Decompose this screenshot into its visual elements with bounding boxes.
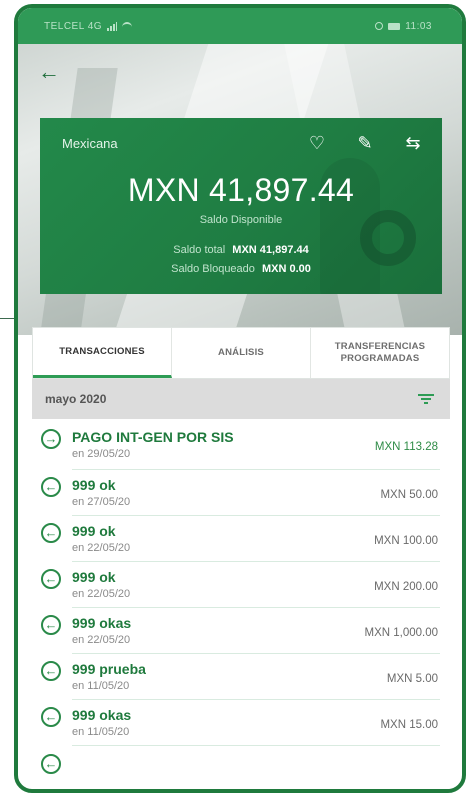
transaction-row[interactable]: ← 999 okas en 22/05/20 MXN 1,000.00 [32, 608, 450, 654]
arrow-right-circle-icon: → [41, 429, 61, 449]
total-balance-label: Saldo total [173, 244, 226, 256]
transaction-date: en 22/05/20 [72, 634, 131, 646]
transaction-title: 999 ok [72, 523, 116, 539]
transaction-title: 999 okas [72, 707, 132, 723]
transaction-amount: MXN 1,000.00 [364, 627, 438, 639]
pencil-icon[interactable]: ✎ [354, 132, 376, 154]
transaction-title: 999 ok [72, 477, 116, 493]
transaction-date: en 11/05/20 [72, 680, 130, 692]
signal-icon [107, 21, 118, 31]
arrow-left-circle-icon: ← [41, 754, 61, 774]
wifi-icon [122, 22, 133, 30]
transaction-amount: MXN 5.00 [386, 673, 438, 685]
transaction-amount: MXN 100.00 [374, 535, 438, 547]
transaction-title: PAGO INT-GEN POR SIS [72, 429, 234, 445]
account-name: Mexicana [62, 136, 118, 151]
transaction-row[interactable]: ← 999 okas en 11/05/20 MXN 15.00 [32, 700, 450, 746]
status-bar: TELCEL 4G 11:03 [18, 8, 462, 44]
carrier-label: TELCEL 4G [44, 20, 103, 32]
blocked-balance-value: MXN 0.00 [261, 263, 311, 275]
arrow-left-icon[interactable]: ← [38, 60, 64, 84]
transaction-date: en 22/05/20 [72, 588, 131, 600]
transaction-amount: MXN 50.00 [380, 489, 438, 501]
transaction-amount: MXN 113.28 [374, 441, 438, 453]
total-balance-value: MXN 41,897.44 [232, 244, 309, 256]
status-time: 11:03 [405, 20, 432, 32]
month-header: mayo 2020 [32, 379, 450, 419]
transaction-amount: MXN 200.00 [374, 581, 438, 593]
arrow-left-circle-icon: ← [41, 615, 61, 635]
arrow-left-circle-icon: ← [41, 477, 61, 497]
transaction-title: 999 okas [72, 615, 132, 631]
transaction-row[interactable]: → PAGO INT-GEN POR SIS en 29/05/20 MXN 1… [32, 419, 450, 470]
tab-analisis[interactable]: ANÁLISIS [172, 328, 311, 378]
tab-transacciones[interactable]: TRANSACCIONES [33, 328, 172, 378]
transfer-arrows-icon[interactable]: ⇆ [402, 132, 424, 154]
transaction-row[interactable]: ← 999 prueba en 11/05/20 MXN 5.00 [32, 654, 450, 700]
transaction-date: en 11/05/20 [72, 726, 130, 738]
transaction-title: 999 prueba [72, 661, 146, 677]
filter-icon[interactable] [418, 393, 434, 405]
total-balance-row: Saldo total MXN 41,897.44 [40, 244, 442, 256]
arrow-left-circle-icon: ← [41, 707, 61, 727]
blocked-balance-label: Saldo Bloqueado [171, 263, 255, 275]
battery-icon [388, 22, 401, 30]
transaction-title: 999 ok [72, 569, 116, 585]
heart-icon[interactable]: ♡ [306, 132, 328, 154]
blocked-balance-row: Saldo Bloqueado MXN 0.00 [40, 263, 442, 275]
alarm-icon [375, 22, 384, 30]
month-label: mayo 2020 [45, 392, 107, 406]
transaction-amount: MXN 15.00 [380, 719, 438, 731]
phone-frame: TELCEL 4G 11:03 ← Mexicana ♡ ✎ ⇆ MXN 41,… [14, 4, 466, 793]
arrow-left-circle-icon: ← [41, 569, 61, 589]
available-balance-label: Saldo Disponible [199, 214, 283, 226]
transaction-date: en 22/05/20 [72, 542, 131, 554]
tab-bar: TRANSACCIONES ANÁLISIS TRANSFERENCIAS PR… [32, 327, 450, 379]
transaction-row[interactable]: ← 999 ok en 22/05/20 MXN 200.00 [32, 562, 450, 608]
arrow-left-circle-icon: ← [41, 523, 61, 543]
page: TELCEL 4G 11:03 ← Mexicana ♡ ✎ ⇆ MXN 41,… [0, 0, 471, 797]
account-card: Mexicana ♡ ✎ ⇆ MXN 41,897.44 Saldo Dispo… [40, 118, 442, 294]
transaction-date: en 29/05/20 [72, 448, 131, 460]
transaction-row[interactable]: ← 999 ok en 27/05/20 MXN 50.00 [32, 470, 450, 516]
transaction-row[interactable]: ← [32, 746, 450, 789]
arrow-left-circle-icon: ← [41, 661, 61, 681]
transactions-list: mayo 2020 → PAGO INT-GEN POR SIS en 29/0… [32, 379, 450, 789]
transaction-date: en 27/05/20 [72, 496, 131, 508]
available-balance: MXN 41,897.44 [127, 172, 355, 208]
transaction-row[interactable]: ← 999 ok en 22/05/20 MXN 100.00 [32, 516, 450, 562]
tab-transferencias-programadas[interactable]: TRANSFERENCIAS PROGRAMADAS [311, 328, 449, 378]
